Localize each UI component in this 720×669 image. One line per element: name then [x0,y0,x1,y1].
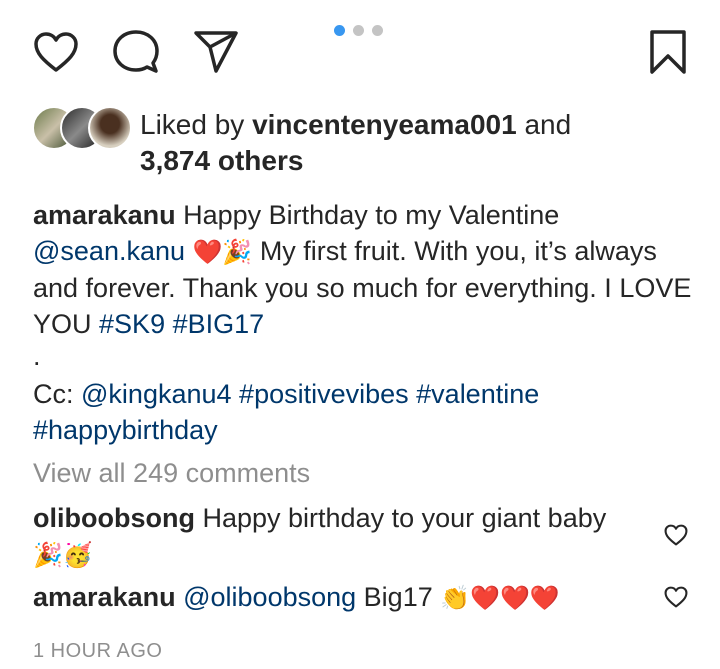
caption: amarakanu Happy Birthday to my Valentine… [33,197,705,342]
save-button[interactable] [644,28,692,76]
comment-bubble-icon [113,30,159,73]
comment-like-button[interactable] [662,521,690,549]
comment-text: Big17 [363,582,433,612]
carousel-dot [353,25,364,36]
cc-label: Cc: [33,379,74,409]
comment-button[interactable] [112,28,160,76]
liked-by-username[interactable]: vincentenyeama001 [252,109,517,140]
liked-by-and: and [524,109,572,140]
caption-dot: . [33,341,41,371]
post-timestamp: 1 HOUR AGO [33,640,163,662]
comment-like-button[interactable] [662,583,690,611]
hashtag[interactable]: #valentine [416,379,539,409]
like-button[interactable] [32,28,80,76]
liker-avatars[interactable] [32,106,134,150]
heart-outline-icon [664,586,688,608]
liked-by-prefix: Liked by [140,109,245,140]
comment-mention[interactable]: @oliboobsong [183,582,356,612]
hashtag[interactable]: #happybirthday [33,415,218,445]
caption-mention[interactable]: @sean.kanu [33,236,185,266]
avatar [88,106,132,150]
paper-plane-icon [194,31,238,73]
comment-text: Happy birthday to your giant baby [202,503,607,533]
carousel-dot [372,25,383,36]
bookmark-icon [650,30,686,74]
hashtag[interactable]: #BIG17 [173,309,265,339]
comment-emoji: 🎉🥳 [33,541,93,569]
carousel-dot-active [334,25,345,36]
caption-emoji: ❤️🎉 [192,238,253,266]
caption-cc: Cc: @kingkanu4 #positivevibes #valentine… [33,376,705,448]
caption-username[interactable]: amarakanu [33,200,176,230]
view-all-comments-link[interactable]: View all 249 comments [33,456,310,490]
likes-count[interactable]: 3,874 others [140,144,303,178]
heart-outline-icon [34,32,78,72]
share-button[interactable] [192,28,240,76]
comment: amarakanu @oliboobsong Big17 👏❤️❤️❤️ [33,579,653,616]
hashtag[interactable]: #SK9 [99,309,165,339]
caption-text: Happy Birthday to my Valentine [183,200,560,230]
heart-outline-icon [664,524,688,546]
comment-username[interactable]: oliboobsong [33,503,195,533]
hashtag[interactable]: #positivevibes [239,379,409,409]
carousel-indicator [334,25,383,36]
comment-emoji: 👏❤️❤️❤️ [440,584,560,612]
caption-mention[interactable]: @kingkanu4 [81,379,232,409]
comment: oliboobsong Happy birthday to your giant… [33,500,653,573]
comment-username[interactable]: amarakanu [33,582,176,612]
liked-by-text: Liked by vincentenyeama001 and [140,108,571,142]
